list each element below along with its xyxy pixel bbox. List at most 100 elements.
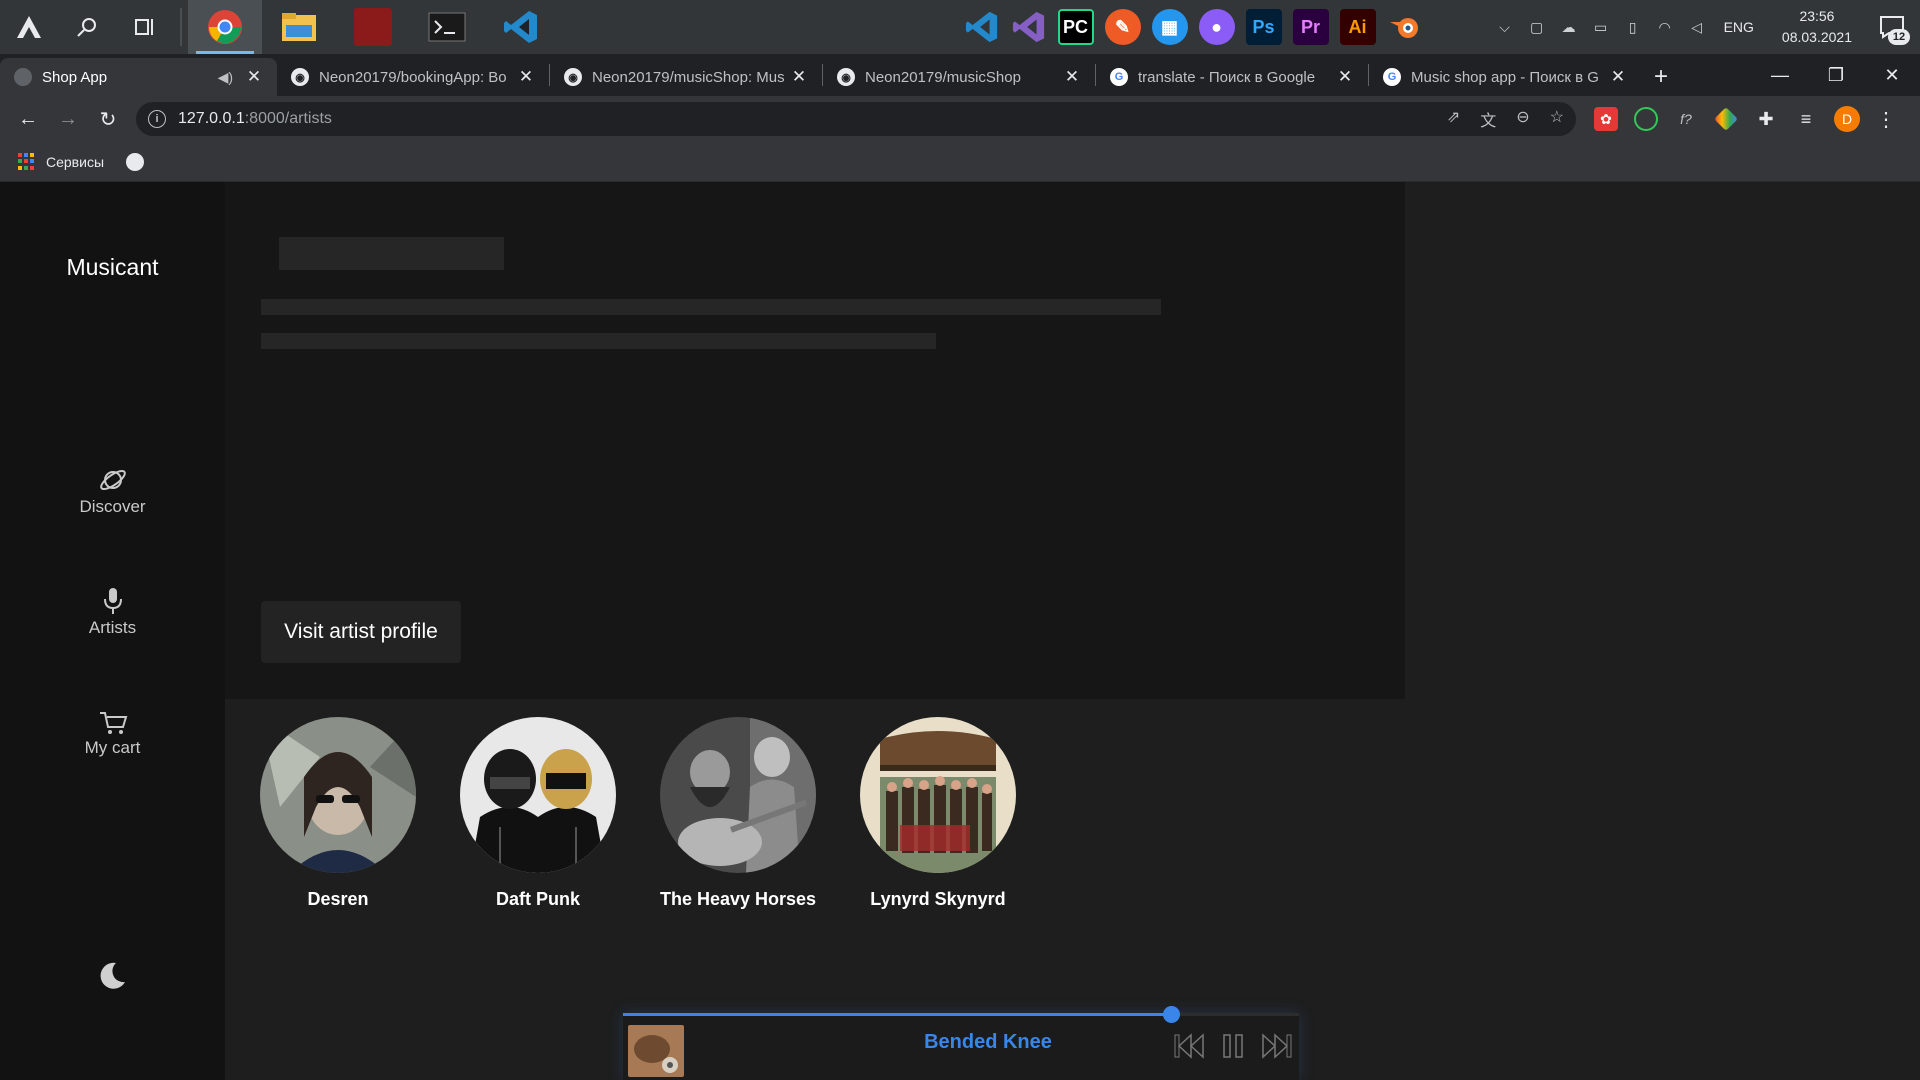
progress-bar[interactable] (623, 1006, 1299, 1023)
tab-title: Neon20179/bookingApp: Bo (319, 68, 507, 86)
close-icon[interactable]: ✕ (517, 67, 535, 87)
tab-title: translate - Поиск в Google (1138, 68, 1316, 86)
forward-icon[interactable]: → (48, 99, 88, 139)
artist-card-desren[interactable]: Desren (260, 717, 416, 910)
taskbar-clock[interactable]: 23:56 08.03.2021 (1782, 6, 1852, 48)
apps-grid-icon[interactable] (18, 152, 36, 171)
close-icon[interactable]: ✕ (245, 67, 263, 87)
tab-booking-app[interactable]: ◉ Neon20179/bookingApp: Bo ✕ (277, 58, 549, 96)
tab-music-shop-search[interactable]: G Music shop app - Поиск в G ✕ (1369, 58, 1641, 96)
postman-icon[interactable]: ✎ (1099, 0, 1146, 54)
language-indicator[interactable]: ENG (1724, 19, 1754, 35)
dragon-app-icon[interactable] (336, 0, 410, 54)
site-info-icon[interactable]: i (148, 110, 166, 128)
vscode-taskbar-icon[interactable] (484, 0, 558, 54)
task-view-icon[interactable] (116, 0, 174, 54)
minimize-icon[interactable]: — (1752, 54, 1808, 96)
close-icon[interactable]: ✕ (1336, 67, 1354, 87)
close-icon[interactable]: ✕ (1609, 67, 1627, 87)
music-player: Bended Knee (623, 1006, 1299, 1080)
address-bar[interactable]: i 127.0.0.1:8000/artists ⇗ 文 ⊖ ☆ (136, 102, 1576, 136)
pycharm-icon[interactable]: PC (1052, 0, 1099, 54)
close-icon[interactable]: ✕ (790, 67, 808, 87)
visual-studio-icon[interactable] (1005, 0, 1052, 54)
artist-avatar[interactable] (660, 717, 816, 873)
chrome-taskbar-icon[interactable] (188, 0, 262, 54)
device-icon[interactable]: ▢ (1526, 16, 1548, 38)
wifi-icon[interactable]: ◠ (1654, 16, 1676, 38)
restore-icon[interactable]: ❐ (1808, 54, 1864, 96)
google-icon: G (1383, 68, 1401, 86)
nav-artists[interactable]: Artists (0, 586, 225, 638)
extension-red-icon[interactable]: ✿ (1594, 107, 1618, 131)
progress-fill (623, 1013, 1171, 1016)
new-tab-button[interactable]: + (1641, 58, 1681, 96)
notification-center-icon[interactable]: 12 (1874, 9, 1910, 45)
battery-icon[interactable]: ▭ (1590, 16, 1612, 38)
artist-card-lynyrd-skynyrd[interactable]: Lynyrd Skynyrd (860, 717, 1016, 910)
previous-track-icon[interactable] (1171, 1031, 1207, 1061)
translate-icon[interactable]: 文 (1480, 107, 1496, 131)
clock-time: 23:56 (1799, 8, 1835, 24)
tab-music-shop[interactable]: ◉ Neon20179/musicShop ✕ (823, 58, 1095, 96)
visit-artist-profile-button[interactable]: Visit artist profile (261, 601, 461, 663)
terminal-icon[interactable] (410, 0, 484, 54)
photoshop-icon[interactable]: Ps (1240, 0, 1287, 54)
menu-kebab-icon[interactable]: ⋮ (1876, 107, 1896, 132)
progress-knob[interactable] (1162, 1006, 1180, 1023)
services-bookmark[interactable]: Сервисы (46, 154, 104, 170)
player-controls (1171, 1031, 1295, 1061)
globe-icon[interactable] (126, 152, 145, 171)
track-cover[interactable] (628, 1025, 684, 1077)
search-icon[interactable] (58, 0, 116, 54)
tab-title: Shop App (42, 68, 108, 86)
color-picker-icon[interactable] (1714, 107, 1738, 131)
next-track-icon[interactable] (1259, 1031, 1295, 1061)
file-explorer-icon[interactable] (262, 0, 336, 54)
extension-circle-icon[interactable] (1634, 107, 1658, 131)
illustrator-icon[interactable]: Ai (1334, 0, 1381, 54)
text-skeleton-line (261, 299, 1161, 315)
artist-avatar[interactable] (260, 717, 416, 873)
nav-discover[interactable]: Discover (0, 465, 225, 517)
nav-label: Discover (79, 497, 146, 516)
nav-label: My cart (84, 738, 141, 757)
google-icon: G (1110, 68, 1128, 86)
tab-music-shop-repo[interactable]: ◉ Neon20179/musicShop: Mus ✕ (550, 58, 822, 96)
start-icon[interactable] (0, 0, 58, 54)
sidebar: Musicant Discover Artists My cart (0, 182, 225, 1080)
artist-avatar[interactable] (460, 717, 616, 873)
bookmark-star-icon[interactable]: ☆ (1550, 107, 1564, 131)
docker-icon[interactable]: ▦ (1146, 0, 1193, 54)
zoom-icon[interactable]: ⊖ (1516, 107, 1529, 131)
tab-translate-search[interactable]: G translate - Поиск в Google ✕ (1096, 58, 1368, 96)
usb-icon[interactable]: ▯ (1622, 16, 1644, 38)
window-close-icon[interactable]: ✕ (1864, 54, 1920, 96)
font-extension-icon[interactable]: f? (1674, 107, 1698, 131)
onedrive-icon[interactable]: ☁ (1558, 16, 1580, 38)
playlist-icon[interactable]: ≡ (1794, 107, 1818, 131)
close-icon[interactable]: ✕ (1063, 67, 1081, 87)
chevron-up-icon[interactable]: ⌵ (1494, 16, 1516, 38)
github-desktop-icon[interactable]: ● (1193, 0, 1240, 54)
artist-card-the-heavy-horses[interactable]: The Heavy Horses (660, 717, 816, 910)
profile-avatar[interactable]: D (1834, 106, 1860, 132)
moon-icon[interactable] (96, 960, 128, 992)
artist-card-daft-punk[interactable]: Daft Punk (460, 717, 616, 910)
premiere-icon[interactable]: Pr (1287, 0, 1334, 54)
nav-my-cart[interactable]: My cart (0, 710, 225, 758)
volume-icon[interactable]: ◁ (1686, 16, 1708, 38)
tab-shop-app[interactable]: Shop App ◀) ✕ (0, 58, 277, 96)
blender-icon[interactable] (1381, 0, 1428, 54)
vscode-pinned-icon[interactable] (958, 0, 1005, 54)
reload-icon[interactable]: ↻ (88, 99, 128, 139)
puzzle-icon[interactable]: ✚ (1754, 107, 1778, 131)
open-in-icon[interactable]: ⇗ (1447, 107, 1460, 131)
text-skeleton-line (261, 333, 936, 349)
pause-icon[interactable] (1215, 1031, 1251, 1061)
mute-icon[interactable]: ◀) (218, 69, 233, 86)
back-icon[interactable]: ← (8, 99, 48, 139)
artist-avatar[interactable] (860, 717, 1016, 873)
artist-name: Lynyrd Skynyrd (870, 889, 1006, 909)
brand-logo[interactable]: Musicant (0, 254, 225, 281)
